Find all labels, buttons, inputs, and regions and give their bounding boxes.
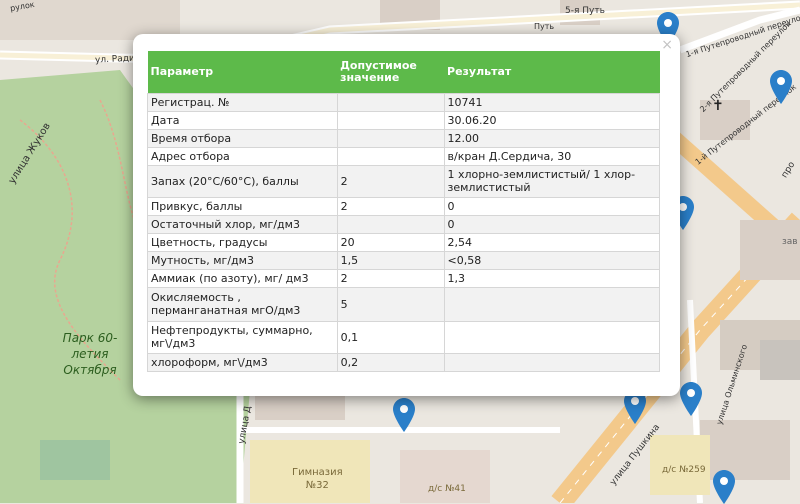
- header-allowed-value: Допустимое значение: [337, 51, 445, 93]
- cell-result: [443, 352, 661, 372]
- street-label-5ya: 5-я Путь: [565, 6, 605, 16]
- cell-result: 12.00: [443, 128, 661, 148]
- label-zav: зав: [782, 237, 798, 247]
- cell-allowed: 0,1: [336, 320, 445, 354]
- header-result: Результат: [444, 51, 660, 93]
- table-row: Окисляемость , перманганатная мгО/дм3 5: [147, 286, 661, 322]
- school-label: Гимназия №32: [292, 467, 343, 491]
- table-row: Регистрац. № 10741: [147, 92, 661, 112]
- kindergarten-label-259: д/с №259: [662, 465, 706, 475]
- cell-parameter: Нефтепродукты, суммарно, мг\/дм3: [147, 320, 338, 354]
- cell-parameter: Запах (20°С/60°С), баллы: [147, 164, 338, 198]
- map-marker-icon[interactable]: [680, 382, 702, 416]
- water-quality-popup: × Параметр Допустимое значение Результат…: [133, 34, 680, 396]
- cell-parameter: Мутность, мг/дм3: [147, 250, 338, 270]
- table-row: Мутность, мг/дм3 1,5 <0,58: [147, 250, 661, 270]
- cell-parameter: Окисляемость , перманганатная мгО/дм3: [147, 286, 338, 322]
- cell-result: 10741: [443, 92, 661, 112]
- cell-result: [443, 320, 661, 354]
- cell-parameter: Аммиак (по азоту), мг/ дм3: [147, 268, 338, 288]
- cell-allowed: 2: [336, 164, 445, 198]
- cell-result: 0: [443, 196, 661, 216]
- cell-parameter: Адрес отбора: [147, 146, 338, 166]
- table-row: Аммиак (по азоту), мг/ дм3 2 1,3: [147, 268, 661, 288]
- table-row: Нефтепродукты, суммарно, мг\/дм3 0,1: [147, 320, 661, 354]
- cell-allowed: 1,5: [336, 250, 445, 270]
- cell-parameter: Цветность, градусы: [147, 232, 338, 252]
- cell-result: 1 хлорно-землистистый/ 1 хлор-землистист…: [443, 164, 661, 198]
- table-row: Адрес отбора в/кран Д.Сердича, 30: [147, 146, 661, 166]
- cell-allowed: 0,2: [336, 352, 445, 372]
- cell-allowed: [336, 128, 445, 148]
- cell-result: 0: [443, 214, 661, 234]
- cell-allowed: 2: [336, 196, 445, 216]
- cell-allowed: [336, 92, 445, 112]
- cell-parameter: Регистрац. №: [147, 92, 338, 112]
- cell-parameter: Остаточный хлор, мг/дм3: [147, 214, 338, 234]
- table-row: Дата 30.06.20: [147, 110, 661, 130]
- cell-result: в/кран Д.Сердича, 30: [443, 146, 661, 166]
- table-row: Привкус, баллы 2 0: [147, 196, 661, 216]
- cell-allowed: 5: [336, 286, 445, 322]
- cell-result: [443, 286, 661, 322]
- kindergarten-label-41: д/с №41: [428, 484, 466, 494]
- close-icon[interactable]: ×: [661, 37, 673, 53]
- label-put: Путь: [534, 22, 555, 31]
- cell-result: 1,3: [443, 268, 661, 288]
- table-row: Запах (20°С/60°С), баллы 2 1 хлорно-землис…: [147, 164, 661, 198]
- table-row: Время отбора 12.00: [147, 128, 661, 148]
- cell-result: 30.06.20: [443, 110, 661, 130]
- cell-allowed: [336, 214, 445, 234]
- table-header-row: Параметр Допустимое значение Результат: [147, 51, 660, 93]
- cell-result: 2,54: [443, 232, 661, 252]
- cell-parameter: Привкус, баллы: [147, 196, 338, 216]
- church-icon: ✝: [712, 98, 724, 114]
- cell-allowed: [336, 146, 445, 166]
- map-marker-icon[interactable]: [770, 70, 792, 104]
- table-row: Цветность, градусы 20 2,54: [147, 232, 661, 252]
- cell-parameter: Дата: [147, 110, 338, 130]
- park-label: Парк 60- летия Октября: [62, 331, 118, 377]
- map-marker-icon[interactable]: [713, 470, 735, 504]
- header-parameter: Параметр: [147, 51, 338, 93]
- cell-allowed: [336, 110, 445, 130]
- map-marker-icon[interactable]: [393, 398, 415, 432]
- cell-allowed: 20: [336, 232, 445, 252]
- cell-parameter: хлороформ, мг\/дм3: [147, 352, 338, 372]
- table-row: хлороформ, мг\/дм3 0,2: [147, 352, 661, 372]
- results-table: Параметр Допустимое значение Результат Р…: [147, 51, 661, 372]
- table-row: Остаточный хлор, мг/дм3 0: [147, 214, 661, 234]
- cell-result: <0,58: [443, 250, 661, 270]
- cell-allowed: 2: [336, 268, 445, 288]
- cell-parameter: Время отбора: [147, 128, 338, 148]
